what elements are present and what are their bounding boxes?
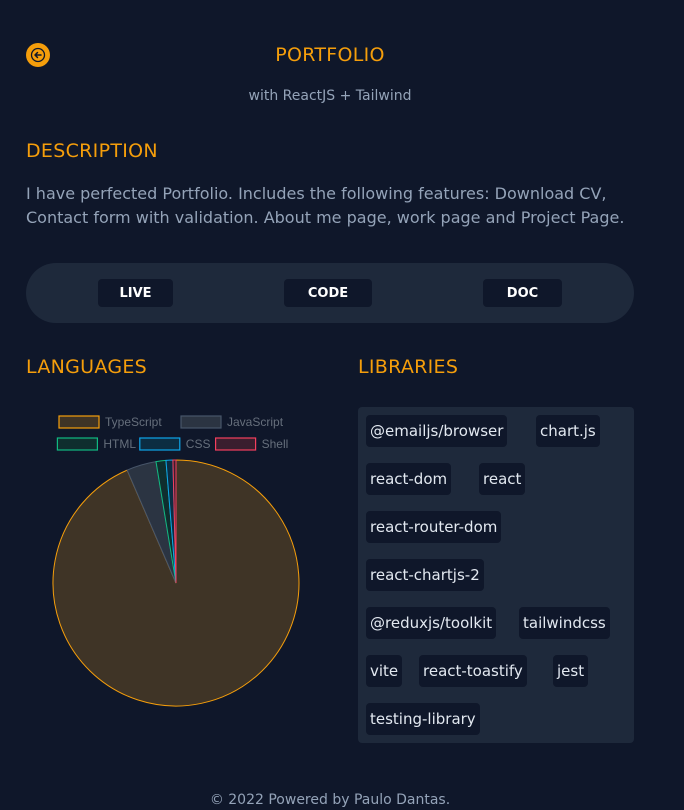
legend-label-css[interactable]: CSS [186,437,211,451]
library-tag: @reduxjs/toolkit [366,607,497,639]
page-title: PORTFOLIO [275,44,385,66]
legend-label-typescript[interactable]: TypeScript [105,415,162,429]
action-bar: LIVE CODE DOC [26,263,634,323]
doc-button[interactable]: DOC [483,279,562,307]
library-tag: testing-library [366,703,480,735]
legend-swatch-shell[interactable] [215,437,257,451]
library-tag: react-router-dom [366,511,502,543]
legend-label-javascript[interactable]: JavaScript [227,415,284,429]
library-tag: tailwindcss [519,607,610,639]
code-button[interactable]: CODE [284,279,372,307]
languages-pie-chart: TypeScript JavaScript HTML CSS Shell [52,415,300,707]
legend-swatch-typescript[interactable] [58,415,100,429]
description-text: I have perfected Portfolio. Includes the… [26,184,625,227]
library-tag: vite [366,655,403,687]
languages-heading: LANGUAGES [26,356,148,378]
legend-swatch-html[interactable] [56,437,98,451]
legend-label-shell[interactable]: Shell [262,437,289,451]
library-tag: @emailjs/browser [366,415,508,447]
library-tag: react-dom [366,463,452,495]
library-tag: react-toastify [419,655,527,687]
languages-chart: TypeScript JavaScript HTML CSS Shell [26,405,326,715]
live-button[interactable]: LIVE [98,279,173,307]
library-tag: react-chartjs-2 [366,559,484,591]
footer-text: © 2022 Powered by Paulo Dantas. [209,792,451,808]
library-tag: jest [553,655,589,687]
library-tag: chart.js [536,415,600,447]
legend-label-html[interactable]: HTML [103,437,136,451]
library-tag: react [479,463,526,495]
legend-swatch-javascript[interactable] [180,415,222,429]
libraries-heading: LIBRARIES [358,356,459,378]
page-subtitle: with ReactJS + Tailwind [248,88,412,104]
description-heading: DESCRIPTION [26,140,158,162]
legend-swatch-css[interactable] [139,437,181,451]
libraries-panel: @emailjs/browser chart.js react-dom reac… [358,407,634,743]
